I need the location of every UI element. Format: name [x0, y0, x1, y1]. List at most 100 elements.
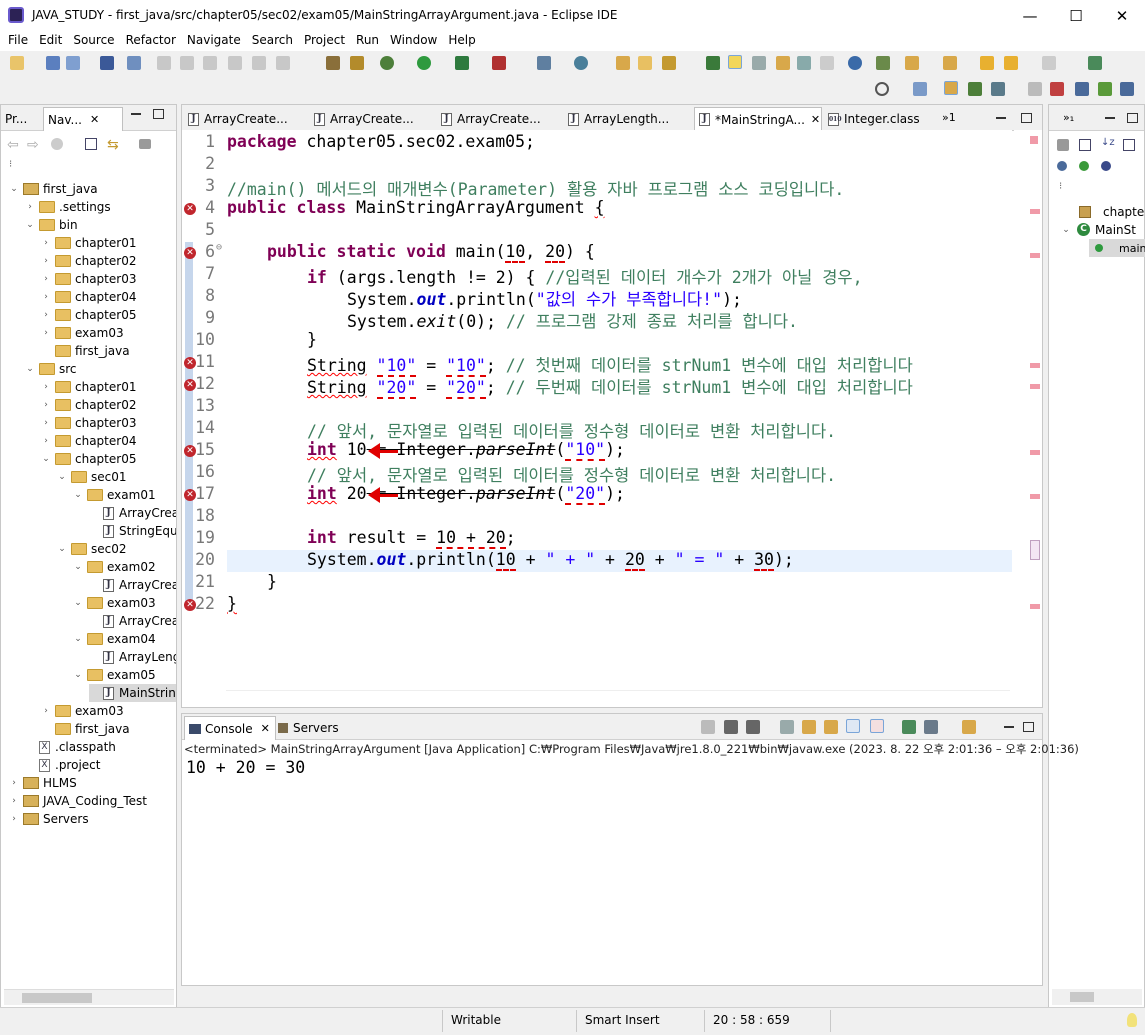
- chevron-down-icon[interactable]: ⌄: [9, 184, 19, 194]
- tree-item[interactable]: ⌄ src: [25, 360, 76, 378]
- status-insert-mode[interactable]: Smart Insert: [585, 1013, 660, 1027]
- menu-refactor[interactable]: Refactor: [126, 31, 176, 51]
- save-all-icon[interactable]: [66, 56, 80, 70]
- hide-static-icon[interactable]: [1057, 161, 1067, 171]
- pilcrow-icon[interactable]: [820, 56, 834, 70]
- tab-editor-2[interactable]: J ArrayCreate...: [314, 107, 434, 131]
- lightbulb-icon[interactable]: [1127, 1013, 1137, 1027]
- run-icon[interactable]: [417, 56, 431, 70]
- tree-item[interactable]: › chapter01: [41, 234, 136, 252]
- hide-nonpublic-icon[interactable]: [1079, 161, 1089, 171]
- chevron-right-icon[interactable]: ›: [25, 202, 35, 212]
- tree-item[interactable]: ⌄ exam05: [73, 666, 155, 684]
- tab-editor-1[interactable]: J ArrayCreate...: [188, 107, 308, 131]
- outline-tool-icon[interactable]: [1057, 139, 1069, 151]
- error-marker[interactable]: [1030, 209, 1040, 214]
- error-marker[interactable]: [1030, 384, 1040, 389]
- chevron-right-icon[interactable]: ›: [9, 814, 19, 824]
- tree-item[interactable]: first_java: [41, 720, 130, 738]
- chevron-right-icon[interactable]: ›: [41, 238, 51, 248]
- resume-icon[interactable]: [157, 56, 171, 70]
- tree-item[interactable]: ⌄ exam02: [73, 558, 155, 576]
- editor-horizontal-scrollbar[interactable]: [226, 690, 1010, 706]
- outline-overflow[interactable]: »₁: [1063, 111, 1074, 124]
- maximize-view-icon[interactable]: [1021, 113, 1032, 123]
- error-marker[interactable]: [1030, 253, 1040, 258]
- tree-item[interactable]: J ArrayLeng: [89, 648, 176, 666]
- tree-item[interactable]: › chapter03: [41, 270, 136, 288]
- tree-item[interactable]: › chapter02: [41, 396, 136, 414]
- tree-item[interactable]: ⌄ exam01: [73, 486, 155, 504]
- tab-editor-6[interactable]: 010 Integer.class: [828, 107, 928, 131]
- block-selection-icon[interactable]: [752, 56, 766, 70]
- collapse-all-icon[interactable]: [1079, 139, 1091, 151]
- team-perspective-icon[interactable]: [991, 82, 1005, 96]
- nav-forward-icon[interactable]: ⇨: [27, 137, 39, 153]
- new-java-project-icon[interactable]: [537, 56, 551, 70]
- outline-horizontal-scrollbar[interactable]: [1052, 989, 1142, 1005]
- menu-window[interactable]: Window: [390, 31, 437, 51]
- tree-item[interactable]: › JAVA_Coding_Test: [9, 792, 147, 810]
- hide-local-types-icon[interactable]: [1101, 161, 1111, 171]
- scroll-lock-icon[interactable]: [802, 720, 816, 734]
- java-perspective-icon[interactable]: [944, 81, 958, 95]
- chevron-right-icon[interactable]: ›: [41, 706, 51, 716]
- tree-item[interactable]: ⌄ exam04: [73, 630, 155, 648]
- highlight-icon[interactable]: [728, 55, 742, 69]
- tree-item[interactable]: ⌄ chapter05: [41, 450, 136, 468]
- close-button[interactable]: ✕: [1099, 0, 1145, 31]
- open-folder-icon[interactable]: [638, 56, 652, 70]
- nav-back-icon[interactable]: ⇦: [7, 137, 19, 153]
- fold-icon[interactable]: ⊖: [216, 242, 222, 253]
- tree-item[interactable]: J ArrayCrea: [89, 576, 176, 594]
- tree-item[interactable]: › chapter01: [41, 378, 136, 396]
- run-last-tool-icon[interactable]: [876, 56, 890, 70]
- tree-item[interactable]: X .classpath: [25, 738, 116, 756]
- scroll-thumb[interactable]: [22, 993, 92, 1003]
- link-editor-icon[interactable]: ⇆: [107, 137, 119, 153]
- collapse-all-icon[interactable]: [85, 138, 97, 150]
- back-icon[interactable]: [1004, 56, 1018, 70]
- outline-item-method[interactable]: main: [1089, 239, 1145, 257]
- minimize-view-icon[interactable]: [1105, 117, 1115, 119]
- show-whitespace-icon[interactable]: [797, 56, 811, 70]
- chevron-right-icon[interactable]: ›: [9, 796, 19, 806]
- tree-item[interactable]: › chapter04: [41, 288, 136, 306]
- tree-item[interactable]: › exam03: [41, 324, 123, 342]
- vertical-scroll-thumb[interactable]: [1030, 540, 1040, 560]
- tree-item[interactable]: first_java: [41, 342, 130, 360]
- tree-item[interactable]: › exam03: [41, 702, 123, 720]
- show-stdout-icon[interactable]: [846, 719, 860, 733]
- word-wrap-icon[interactable]: [776, 56, 790, 70]
- external-tools-icon[interactable]: [492, 56, 506, 70]
- outline-item-package[interactable]: chapter: [1079, 203, 1145, 221]
- tree-item[interactable]: J StringEqu: [89, 522, 176, 540]
- chevron-down-icon[interactable]: ⌄: [73, 598, 83, 608]
- tree-item[interactable]: ⌄ first_java: [9, 180, 97, 198]
- chevron-right-icon[interactable]: ›: [41, 256, 51, 266]
- overflow-menu-icon[interactable]: ⁝: [9, 159, 12, 170]
- table-icon[interactable]: [1120, 82, 1134, 96]
- minimize-view-icon[interactable]: [131, 113, 141, 115]
- tab-navigator[interactable]: Nav... ✕: [43, 107, 123, 131]
- tab-servers[interactable]: Servers: [278, 716, 348, 740]
- menu-project[interactable]: Project: [304, 31, 345, 51]
- chevron-down-icon[interactable]: ⌄: [73, 634, 83, 644]
- chevron-right-icon[interactable]: ›: [9, 778, 19, 788]
- menu-navigate[interactable]: Navigate: [187, 31, 241, 51]
- error-marker[interactable]: [1030, 450, 1040, 455]
- horizontal-scrollbar[interactable]: [4, 989, 174, 1005]
- menu-run[interactable]: Run: [356, 31, 379, 51]
- tree-item[interactable]: › .settings: [25, 198, 110, 216]
- show-stderr-icon[interactable]: [870, 719, 884, 733]
- new-icon[interactable]: [10, 56, 24, 70]
- pin-editor-icon[interactable]: [1088, 56, 1102, 70]
- search-icon[interactable]: [875, 82, 889, 96]
- chevron-down-icon[interactable]: ⌄: [57, 544, 67, 554]
- minimize-button[interactable]: —: [1007, 0, 1053, 31]
- minimize-view-icon[interactable]: [1004, 726, 1014, 728]
- tree-item[interactable]: ⌄ exam03: [73, 594, 155, 612]
- prev-annotation-icon[interactable]: [943, 56, 957, 70]
- code-editor[interactable]: 1 package chapter05.sec02.exam05; 2 3//ma…: [182, 130, 1012, 690]
- clear-console-icon[interactable]: [780, 720, 794, 734]
